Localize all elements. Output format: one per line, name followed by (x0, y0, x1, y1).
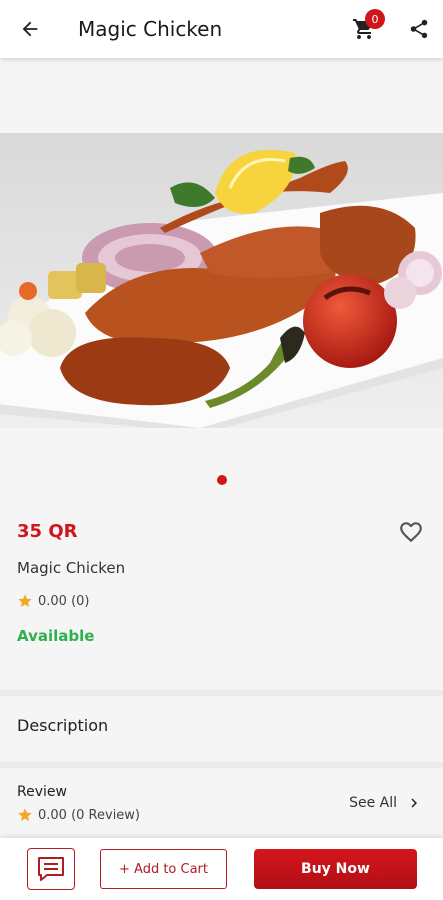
availability-status: Available (17, 627, 95, 645)
see-all-label: See All (349, 795, 397, 811)
favorite-button[interactable] (397, 519, 425, 545)
review-rating: 0.00 (0 Review) (17, 807, 140, 823)
app-bar: Magic Chicken 0 (0, 0, 443, 58)
review-rating-value: 0.00 (0 Review) (38, 807, 141, 823)
cart-count-badge: 0 (365, 9, 385, 29)
chat-icon (38, 857, 64, 881)
heart-icon (400, 522, 422, 543)
rating-value: 0.00 (0) (38, 593, 90, 609)
back-arrow-icon (22, 21, 38, 37)
page-title: Magic Chicken (78, 17, 223, 41)
buy-now-button[interactable]: Buy Now (254, 849, 417, 889)
pagination-dot-active[interactable] (216, 475, 227, 485)
share-button[interactable] (395, 0, 443, 58)
share-icon (410, 19, 428, 39)
star-icon (18, 594, 32, 607)
review-title: Review (17, 784, 67, 800)
description-section[interactable]: Description (0, 696, 443, 758)
product-price: 35 QR (17, 521, 78, 542)
description-title: Description (17, 716, 109, 735)
gallery-pagination (0, 475, 443, 485)
product-image-gallery[interactable] (0, 58, 443, 498)
chat-button[interactable] (27, 848, 75, 890)
star-icon (18, 808, 32, 821)
bottom-action-bar: + Add to Cart Buy Now (0, 838, 443, 900)
cart-button[interactable]: 0 (341, 0, 387, 58)
see-all-reviews-link[interactable]: See All (349, 794, 423, 812)
review-section: Review 0.00 (0 Review) See All (0, 770, 443, 838)
add-to-cart-button[interactable]: + Add to Cart (100, 849, 227, 889)
product-photo (0, 133, 443, 428)
chevron-right-icon (411, 798, 417, 808)
section-divider (0, 762, 443, 768)
back-button[interactable] (0, 0, 60, 58)
product-name: Magic Chicken (17, 559, 126, 577)
product-rating: 0.00 (0) (17, 593, 90, 609)
product-info-section: 35 QR Magic Chicken 0.00 (0) Available (0, 505, 443, 690)
food-photo-illustration (0, 133, 443, 428)
